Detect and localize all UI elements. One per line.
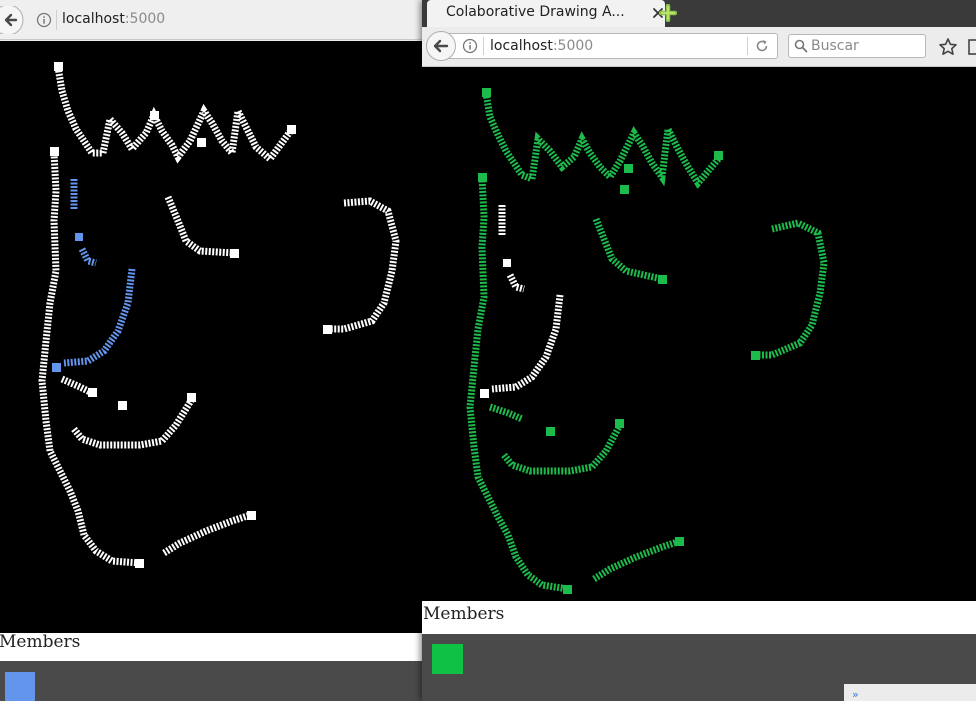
reload-icon <box>756 40 768 52</box>
left-dot <box>50 147 59 156</box>
left-dot-blue <box>75 233 83 241</box>
left-stroke-group-white <box>38 66 400 567</box>
right-stroke-nose <box>488 403 524 423</box>
right-url-separator <box>483 37 484 55</box>
left-dot <box>323 325 332 334</box>
new-tab-button[interactable] <box>659 4 677 22</box>
left-dot <box>88 388 97 397</box>
right-drawing-canvas[interactable] <box>422 67 976 601</box>
left-url-host: localhost <box>62 11 125 27</box>
right-dot-white <box>503 259 511 267</box>
left-dot <box>150 111 159 120</box>
search-input[interactable] <box>811 37 921 55</box>
left-dot <box>197 138 206 147</box>
back-arrow-icon <box>433 39 449 53</box>
right-site-info-button[interactable] <box>462 38 478 54</box>
left-back-button[interactable] <box>0 6 28 34</box>
left-dot-blue <box>52 363 61 372</box>
right-dot <box>563 585 572 594</box>
left-dot <box>118 401 127 410</box>
left-stroke-cheek-blue <box>63 268 136 367</box>
right-dot-white <box>480 389 489 398</box>
right-stroke-hair-zigzag <box>528 117 723 189</box>
right-dot <box>624 164 633 173</box>
new-tab-icon <box>659 4 677 22</box>
right-url-field[interactable] <box>426 33 778 59</box>
right-dot <box>546 427 555 436</box>
right-stroke-chin <box>592 537 682 582</box>
right-dot <box>482 88 491 97</box>
left-url-port: :5000 <box>124 11 166 27</box>
search-icon <box>794 39 808 53</box>
right-browser-window: Colaborative Drawing A... localhost:5000… <box>422 0 976 701</box>
left-stroke-brow <box>164 195 235 257</box>
left-stroke-dot-blue <box>78 247 97 267</box>
left-dot <box>187 393 196 402</box>
bookmark-star-button[interactable] <box>938 37 958 57</box>
left-dot <box>247 511 256 520</box>
tab-title: Colaborative Drawing A... <box>446 4 625 20</box>
right-dot <box>658 275 667 284</box>
right-stroke-cheek-white <box>491 294 564 393</box>
left-dots-blue <box>52 233 83 372</box>
right-member-swatch[interactable] <box>432 644 463 674</box>
right-stroke-group-green <box>466 92 828 593</box>
right-dot <box>714 151 723 160</box>
left-stroke-head-outline <box>54 66 103 157</box>
right-url-port: :5000 <box>552 38 594 54</box>
right-url-host: localhost <box>490 38 553 54</box>
left-drawing-strokes <box>38 62 400 568</box>
tab-collaborative-drawing[interactable]: Colaborative Drawing A... <box>427 0 665 27</box>
right-drawing-strokes <box>466 88 828 594</box>
right-back-button[interactable] <box>426 31 456 61</box>
left-stroke-hair-zigzag <box>99 99 295 165</box>
left-url-field[interactable]: localhost:5000 <box>62 11 165 27</box>
right-stroke-right-ear <box>756 219 828 359</box>
right-dot <box>675 537 684 546</box>
left-stroke-chin <box>162 511 252 556</box>
right-dot <box>478 173 487 182</box>
info-icon <box>462 38 478 54</box>
reload-button[interactable] <box>755 39 769 53</box>
right-stroke-head-outline <box>482 92 534 183</box>
right-dot <box>615 419 624 428</box>
left-dot <box>54 62 63 71</box>
left-members-label: Members <box>0 632 81 652</box>
right-dot <box>620 185 629 194</box>
library-icon <box>968 39 976 55</box>
reload-separator <box>747 37 748 55</box>
bookmark-star-icon <box>939 38 957 55</box>
left-stroke-right-ear <box>328 197 400 333</box>
tab-strip: Colaborative Drawing A... <box>422 0 976 27</box>
library-button[interactable] <box>968 39 976 55</box>
right-members-label: Members <box>423 604 505 624</box>
right-members-heading: Members <box>422 601 976 634</box>
info-icon <box>36 12 52 28</box>
right-dot <box>751 351 760 360</box>
right-stroke-brow <box>592 217 663 283</box>
left-dot <box>135 559 144 568</box>
left-stroke-mouth <box>71 397 195 449</box>
right-url-text[interactable]: localhost:5000 <box>490 38 593 54</box>
left-dots <box>50 62 332 568</box>
right-members-bar <box>422 634 976 684</box>
left-stroke-nose <box>60 375 94 397</box>
left-url-separator <box>56 10 57 30</box>
left-dot <box>287 125 296 134</box>
search-box[interactable] <box>788 34 926 58</box>
left-dot <box>230 249 239 258</box>
left-site-info-button[interactable] <box>36 12 52 28</box>
right-stroke-group-white <box>491 205 564 393</box>
left-stroke-group-blue <box>63 179 136 367</box>
back-arrow-icon <box>0 6 24 34</box>
right-navigation-bar: localhost:5000 <box>422 27 976 67</box>
right-stroke-dot-white <box>506 273 525 293</box>
right-stroke-mouth <box>501 423 624 475</box>
left-member-swatch[interactable] <box>5 672 35 701</box>
